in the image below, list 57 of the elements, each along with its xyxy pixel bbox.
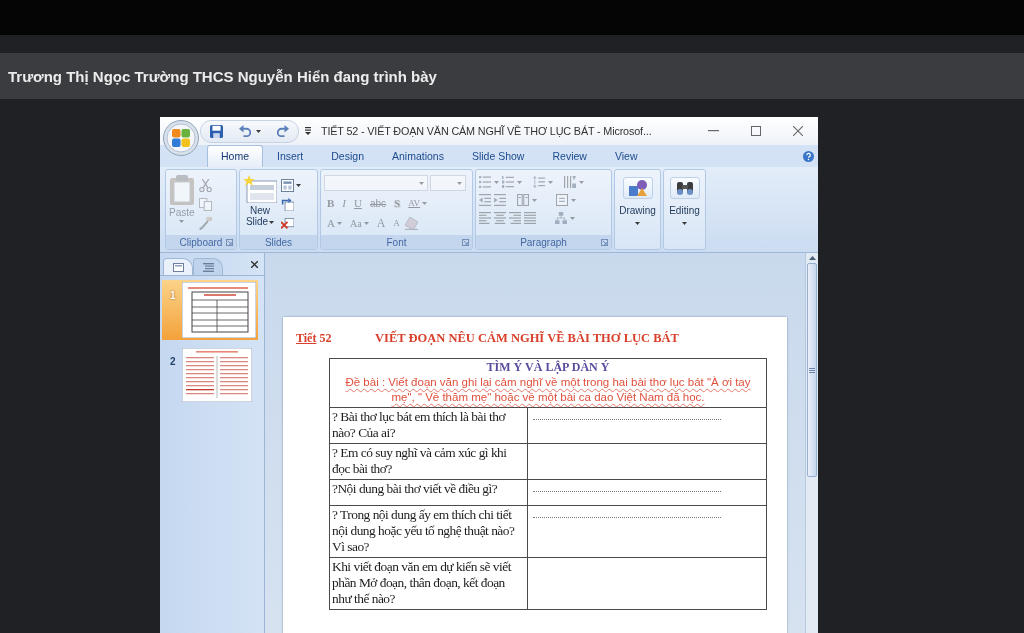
slide-number: 2 (170, 356, 176, 367)
reset-icon[interactable] (281, 198, 294, 211)
group-label: Slides (264, 236, 293, 248)
ribbon-group-button[interactable]: Drawing (614, 169, 661, 250)
customize-toolbar-icon[interactable] (305, 127, 311, 135)
group-label: Clipboard (179, 236, 223, 248)
caret-icon[interactable] (256, 129, 261, 133)
ribbon-tab[interactable]: Animations (377, 145, 458, 167)
maximize-icon[interactable] (751, 126, 761, 136)
scroll-up-icon[interactable] (808, 256, 816, 260)
table-cell: ?Nội dung bài thơ viết về điều gì? (330, 480, 528, 505)
new-slide-button[interactable]: New Slide (243, 173, 277, 235)
layout-icon[interactable] (281, 179, 294, 192)
close-icon[interactable] (251, 260, 258, 268)
ribbon-tab[interactable]: Home (207, 145, 263, 167)
assignment-prompt: Đề bài : Viết đoạn văn ghi lại cảm nghĩ về một trong hai bài thơ lục bát "À ơi tay mẹ", " Về thăm mẹ" hoặc về một bài ca dao Việt Nam đã học. (344, 375, 752, 405)
ribbon-tab[interactable]: Insert (263, 145, 318, 167)
window-title: TIẾT 52 - VIẾT ĐOẠN VĂN CẢM NGHĨ VỀ THƠ LỤC BÁT - Microsof... (321, 125, 652, 137)
help-icon[interactable] (803, 150, 814, 162)
group-label: Font (386, 236, 407, 248)
pane-tab[interactable] (163, 258, 193, 275)
undo-icon[interactable] (239, 125, 251, 137)
scrollbar-thumb[interactable] (807, 263, 817, 477)
ribbon-tab[interactable]: Slide Show (457, 145, 539, 167)
table-cell: ? Trong nội dung ấy em thích chi tiết nội dung hoặc yếu tố nghệ thuật nào? Vì sao? (330, 506, 528, 557)
outline-icon[interactable] (202, 262, 214, 272)
presenter-label: Trương Thị Ngọc Trường THCS Nguyễn Hiển đang trình bày (8, 67, 437, 85)
caret-icon[interactable] (635, 222, 640, 225)
caret-icon[interactable] (269, 220, 275, 224)
ribbon-tab[interactable]: Review (538, 145, 601, 167)
slide-list-item[interactable]: 1 (162, 280, 258, 340)
caret-icon[interactable] (682, 222, 687, 225)
binoculars-icon[interactable] (675, 180, 694, 196)
save-icon[interactable] (210, 124, 223, 138)
caret-icon[interactable] (296, 184, 301, 187)
minimize-icon[interactable] (708, 130, 719, 132)
ribbon-group-button[interactable]: Editing (663, 169, 706, 250)
slide-number: 1 (170, 290, 176, 301)
table-cell: ? Bài thơ lục bát em thích là bài thơ nào? Của ai? (330, 408, 528, 443)
vertical-scrollbar[interactable] (805, 253, 818, 633)
lesson-number: Tiết 52 (296, 331, 333, 346)
slide-list-item[interactable]: 2 (162, 346, 258, 404)
ribbon-tab[interactable]: View (600, 145, 652, 167)
shapes-icon[interactable] (628, 180, 647, 196)
slide-title: VIẾT ĐOẠN NÊU CẢM NGHĨ VỀ BÀI THƠ LỤC BÁT (375, 331, 679, 346)
table-cell: ? Em có suy nghĩ và cảm xúc gì khi đọc bài thơ? (330, 444, 528, 479)
ribbon-tab[interactable]: Design (317, 145, 378, 167)
close-icon[interactable] (793, 126, 803, 136)
grip-icon[interactable] (809, 367, 815, 373)
pane-tab[interactable] (193, 258, 223, 275)
delete-slide-icon[interactable] (281, 217, 294, 230)
slide-preview-drawing (181, 348, 252, 402)
redo-icon[interactable] (277, 125, 289, 137)
group-label: Paragraph (520, 236, 567, 248)
slide-icon[interactable] (172, 262, 184, 272)
table-cell: Khi viết đoạn văn em dự kiến sẽ viết phần Mở đoạn, thân đoạn, kết đoạn như thế nào? (330, 558, 528, 609)
section-heading: TÌM Ý VÀ LẬP DÀN Ý (485, 360, 611, 375)
